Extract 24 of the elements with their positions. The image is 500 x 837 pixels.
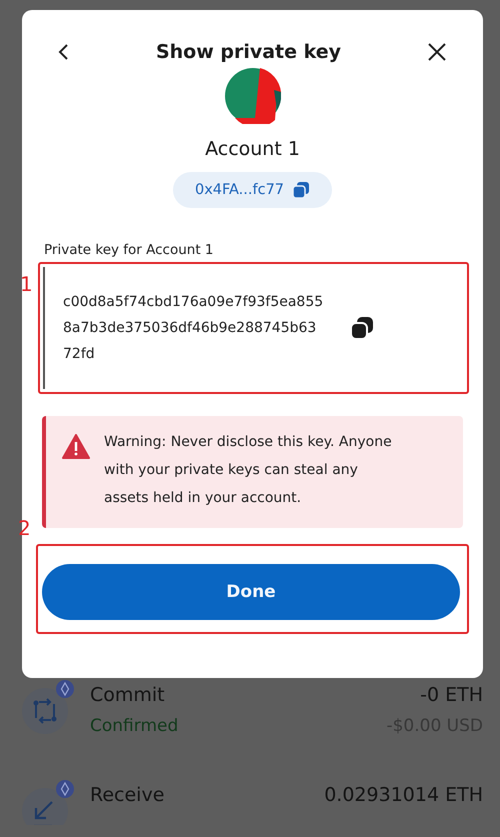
commit-icon xyxy=(22,688,68,734)
account-avatar xyxy=(224,68,280,124)
transaction-title: Commit xyxy=(90,684,166,706)
account-name: Account 1 xyxy=(205,138,300,160)
annotation-number: 1 xyxy=(20,272,33,296)
warning-icon xyxy=(62,434,90,460)
close-icon xyxy=(426,42,447,62)
copy-icon xyxy=(292,181,310,199)
modal-title: Show private key xyxy=(156,41,342,63)
receive-icon xyxy=(22,788,68,825)
warning-text: Warning: Never disclose this key. Anyone with your private keys can steal any assets held in your account. xyxy=(104,433,393,508)
transaction-amount: -0 ETH xyxy=(420,684,483,706)
copy-icon xyxy=(349,315,375,341)
done-button[interactable]: Done xyxy=(42,564,460,620)
ethereum-badge-icon xyxy=(56,780,74,798)
address-button[interactable]: 0x4FA...fc77 xyxy=(172,172,332,208)
transaction-title: Receive xyxy=(90,784,166,806)
transaction-status: Confirmed xyxy=(90,716,180,736)
transaction-amount: 0.02931014 ETH xyxy=(324,784,483,806)
private-key-text: c00d8a5f74cbd176a09e7f93f5ea8558a7b3de375036df46b9e288745b6372fd xyxy=(63,293,324,364)
private-key-field[interactable]: c00d8a5f74cbd176a09e7f93f5ea8558a7b3de375036df46b9e288745b6372fd xyxy=(43,267,467,389)
field-label: Private key for Account 1 xyxy=(43,242,215,258)
ethereum-badge-icon xyxy=(56,680,74,698)
back-icon xyxy=(56,42,70,62)
